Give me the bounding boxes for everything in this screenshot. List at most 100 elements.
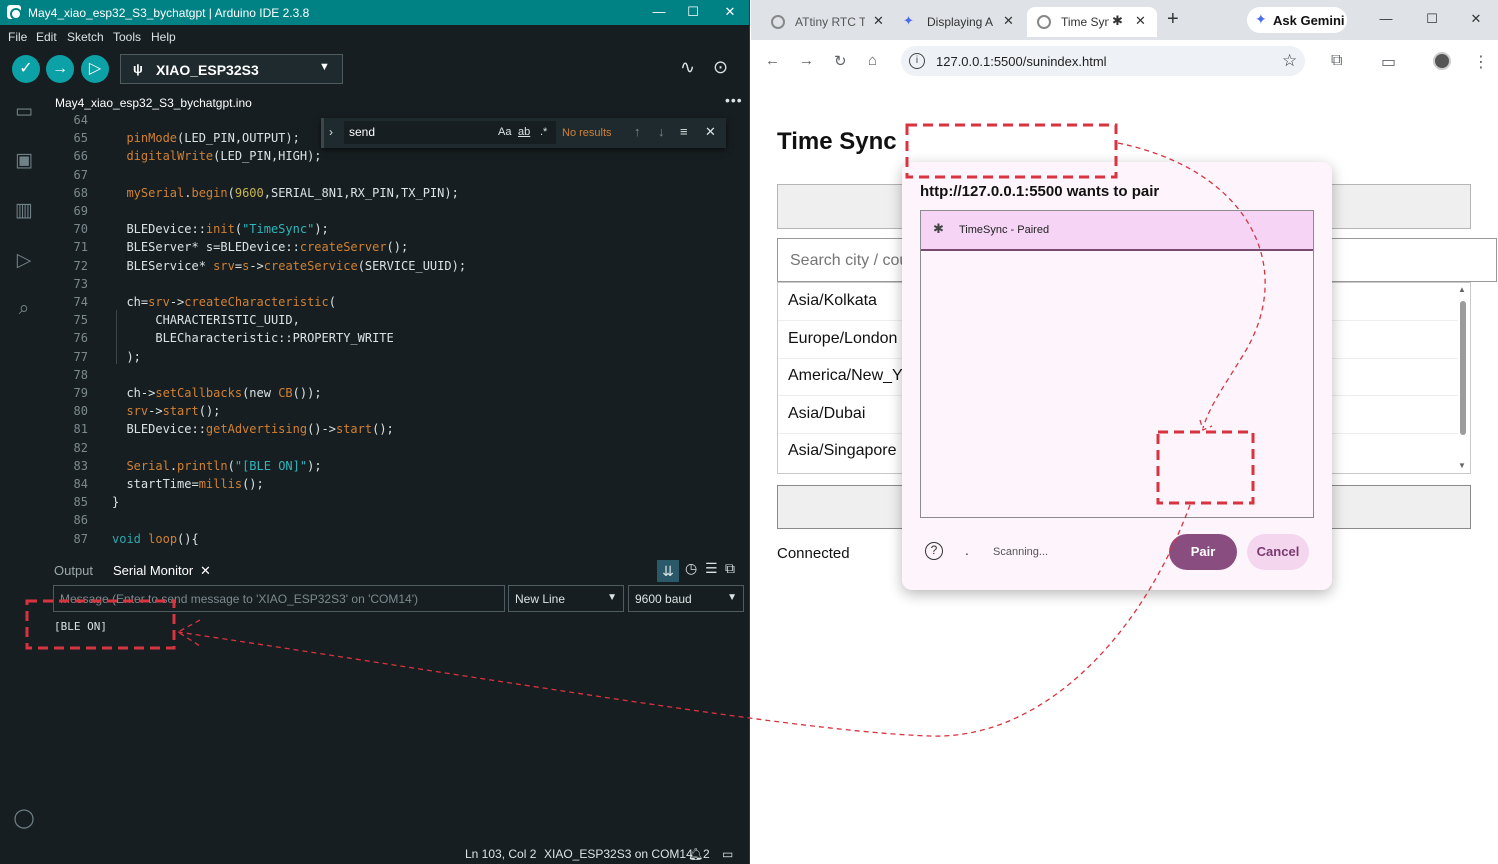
- folder-icon[interactable]: ▭: [12, 100, 36, 124]
- board-manager-icon[interactable]: ▣: [12, 149, 36, 173]
- code-line[interactable]: 66 digitalWrite(LED_PIN,HIGH);: [48, 147, 749, 165]
- library-icon[interactable]: ▥: [12, 199, 36, 223]
- serial-plotter-icon[interactable]: ∿: [680, 57, 695, 78]
- list-item[interactable]: Asia/Kolkata: [788, 292, 877, 310]
- code-line[interactable]: 73: [48, 275, 749, 293]
- baud-select[interactable]: 9600 baud ▼: [628, 585, 744, 612]
- close-tab-icon[interactable]: ✕: [1003, 13, 1014, 29]
- board-selector[interactable]: ψ XIAO_ESP32S3 ▼: [120, 54, 343, 84]
- home-icon[interactable]: ⌂: [868, 52, 877, 69]
- close-window-button[interactable]: ✕: [1458, 10, 1494, 28]
- code-line[interactable]: 67: [48, 166, 749, 184]
- timestamp-icon[interactable]: ◷: [685, 560, 697, 577]
- list-item[interactable]: Asia/Dubai: [788, 405, 865, 423]
- menu-edit[interactable]: Edit: [36, 30, 57, 44]
- cast-icon[interactable]: ▭: [1381, 52, 1396, 72]
- board-port-status[interactable]: XIAO_ESP32S3 on COM14: [544, 847, 693, 861]
- code-line[interactable]: 79 ch->setCallbacks(new CB());: [48, 384, 749, 402]
- reload-icon[interactable]: ↻: [834, 52, 847, 70]
- code-line[interactable]: 87 void loop(){: [48, 530, 749, 548]
- close-tab-icon[interactable]: ✕: [873, 13, 884, 29]
- code-editor[interactable]: 64 65 pinMode(LED_PIN,OUTPUT); 66 digitalW…: [48, 114, 749, 548]
- next-match-icon[interactable]: ↓: [658, 124, 665, 139]
- whole-word-icon[interactable]: ab: [518, 126, 530, 138]
- scrollbar[interactable]: ▲ ▼: [1458, 285, 1468, 471]
- toggle-panel-icon[interactable]: ▭: [722, 847, 733, 861]
- verify-icon[interactable]: ✓: [12, 55, 40, 83]
- code-line[interactable]: 85}: [48, 493, 749, 511]
- forward-icon[interactable]: →: [799, 52, 814, 69]
- cancel-button[interactable]: Cancel: [1247, 534, 1309, 570]
- code-line[interactable]: 78: [48, 366, 749, 384]
- file-tab[interactable]: May4_xiao_esp32_S3_bychatgpt.ino: [55, 96, 252, 110]
- previous-match-icon[interactable]: ↑: [634, 124, 641, 139]
- tab-displaying[interactable]: ✦ Displaying A ✕: [893, 7, 1021, 37]
- serial-message-input[interactable]: Message (Enter to send message to 'XIAO_…: [53, 585, 505, 612]
- code-line[interactable]: 81 BLEDevice::getAdvertising()->start();: [48, 420, 749, 438]
- code-line[interactable]: 75 CHARACTERISTIC_UUID,: [48, 311, 749, 329]
- code-line[interactable]: 86: [48, 511, 749, 529]
- minimize-button[interactable]: —: [1368, 10, 1404, 28]
- code-line[interactable]: 82: [48, 439, 749, 457]
- more-icon[interactable]: •••: [725, 92, 743, 108]
- code-line[interactable]: 70 BLEDevice::init("TimeSync");: [48, 220, 749, 238]
- maximize-button[interactable]: ☐: [675, 3, 711, 21]
- minimize-button[interactable]: —: [641, 3, 677, 21]
- code-line[interactable]: 83 Serial.println("[BLE ON]");: [48, 457, 749, 475]
- tab-attiny[interactable]: ATtiny RTC Ti ✕: [761, 7, 889, 37]
- pair-button[interactable]: Pair: [1169, 534, 1237, 570]
- code-line[interactable]: 71 BLEServer* s=BLEDevice::createServer(…: [48, 238, 749, 256]
- menu-kebab-icon[interactable]: ⋮: [1473, 52, 1489, 72]
- code-line[interactable]: 74 ch=srv->createCharacteristic(: [48, 293, 749, 311]
- bookmark-star-icon[interactable]: ☆: [1282, 51, 1297, 71]
- code-line[interactable]: 80 srv->start();: [48, 402, 749, 420]
- omnibox[interactable]: i 127.0.0.1:5500/sunindex.html ☆: [901, 46, 1305, 76]
- close-tab-icon[interactable]: ✕: [1135, 13, 1146, 29]
- autoscroll-icon[interactable]: ⇊: [657, 560, 679, 582]
- tab-output[interactable]: Output: [54, 563, 93, 578]
- search-icon[interactable]: ⌕: [12, 297, 36, 321]
- list-item[interactable]: America/New_Yo: [788, 367, 910, 385]
- scroll-up-icon[interactable]: ▲: [1458, 285, 1466, 294]
- scroll-down-icon[interactable]: ▼: [1458, 461, 1466, 470]
- menu-sketch[interactable]: Sketch: [67, 30, 104, 44]
- clear-output-icon[interactable]: ☰: [705, 560, 718, 577]
- code-line[interactable]: 69: [48, 202, 749, 220]
- help-icon[interactable]: ?: [925, 542, 943, 560]
- find-in-selection-icon[interactable]: ≡: [680, 124, 688, 139]
- debug-sidebar-icon[interactable]: ▷: [12, 249, 36, 273]
- close-icon[interactable]: ✕: [705, 124, 716, 140]
- debug-icon[interactable]: ▷: [81, 55, 109, 83]
- code-line[interactable]: 84 startTime=millis();: [48, 475, 749, 493]
- tab-time-sync[interactable]: Time Syn ✱ ✕: [1027, 7, 1157, 37]
- match-case-icon[interactable]: Aa: [498, 126, 511, 138]
- list-item[interactable]: Asia/Singapore: [788, 442, 897, 460]
- copy-icon[interactable]: ⧉: [725, 560, 735, 577]
- site-info-icon[interactable]: i: [909, 53, 925, 69]
- notification-bell-icon[interactable]: 🔔︎: [688, 847, 703, 861]
- serial-monitor-icon[interactable]: ⊙: [713, 57, 728, 78]
- extensions-icon[interactable]: ⧉: [1331, 52, 1342, 70]
- account-icon[interactable]: ◯: [12, 807, 36, 831]
- back-icon[interactable]: ←: [765, 52, 780, 69]
- scrollbar-thumb[interactable]: [1460, 301, 1466, 435]
- code-line[interactable]: 68 mySerial.begin(9600,SERIAL_8N1,RX_PIN…: [48, 184, 749, 202]
- code-line[interactable]: 76 BLECharacteristic::PROPERTY_WRITE: [48, 329, 749, 347]
- new-tab-button[interactable]: +: [1167, 8, 1179, 31]
- menu-tools[interactable]: Tools: [113, 30, 141, 44]
- chevron-right-icon[interactable]: ›: [329, 125, 333, 139]
- close-window-button[interactable]: ✕: [712, 3, 748, 21]
- code-line[interactable]: 72 BLEService* srv=s->createService(SERV…: [48, 257, 749, 275]
- close-tab-icon[interactable]: ✕: [200, 563, 211, 579]
- tab-serial-monitor[interactable]: Serial Monitor: [113, 563, 193, 578]
- menu-file[interactable]: File: [8, 30, 27, 44]
- ask-gemini-button[interactable]: ✦ Ask Gemini: [1247, 7, 1347, 33]
- regex-icon[interactable]: .*: [540, 126, 547, 138]
- line-ending-select[interactable]: New Line ▼: [508, 585, 624, 612]
- maximize-button[interactable]: ☐: [1414, 10, 1450, 28]
- code-line[interactable]: 77 );: [48, 348, 749, 366]
- menu-help[interactable]: Help: [151, 30, 176, 44]
- avatar[interactable]: [1433, 52, 1451, 70]
- list-item[interactable]: Europe/London: [788, 330, 897, 348]
- upload-icon[interactable]: →: [46, 55, 74, 83]
